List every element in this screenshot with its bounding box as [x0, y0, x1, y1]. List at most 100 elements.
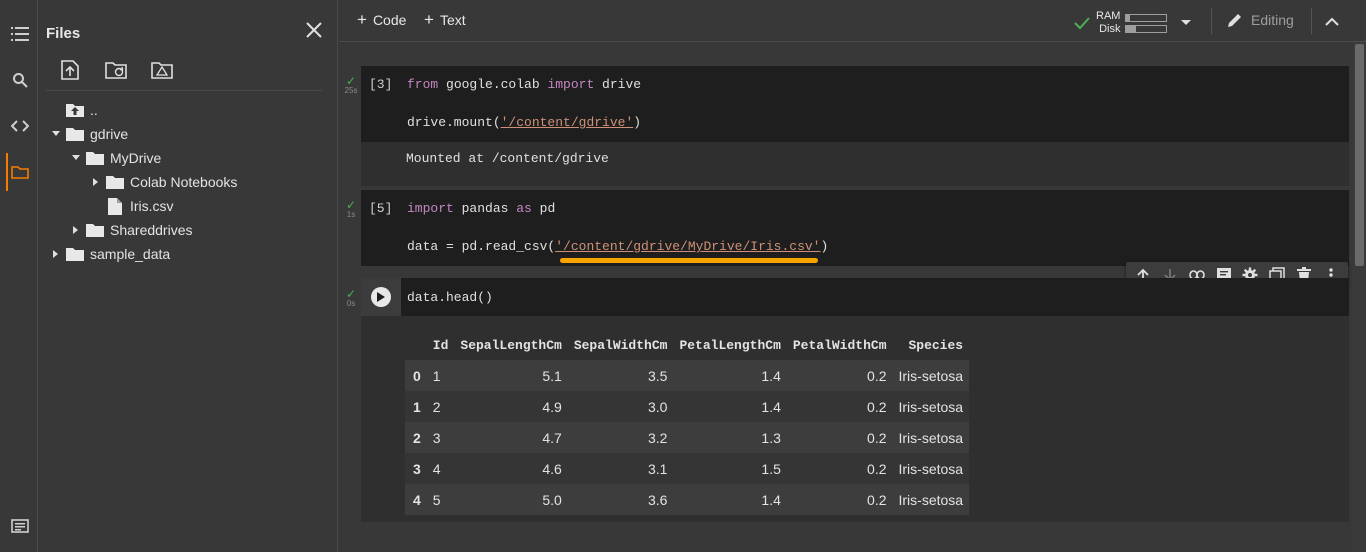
code-cell[interactable]: data.head() Id SepalLengthCm SepalWidthC…: [361, 278, 1349, 522]
table-row: 1 2 4.9 3.0 1.4 0.2 Iris-setosa: [405, 391, 970, 422]
scrollbar-thumb[interactable]: [1355, 44, 1364, 266]
table-cell: 5.0: [542, 491, 562, 508]
cell-output: Id SepalLengthCm SepalWidthCm PetalLengt…: [361, 316, 1349, 522]
add-text-label: Text: [439, 12, 466, 28]
chevron-right-icon[interactable]: [86, 171, 106, 193]
table-cell: 0.2: [867, 460, 887, 477]
table-cell: 1.4: [761, 367, 781, 384]
row-index: 4: [413, 491, 421, 508]
chevron-down-icon[interactable]: [46, 123, 66, 145]
upload-file-icon[interactable]: [58, 58, 82, 82]
code-snippets-icon[interactable]: [6, 112, 34, 140]
table-cell: 1: [432, 367, 441, 384]
code-line: data.head(): [407, 290, 493, 305]
folder-icon: [66, 125, 84, 143]
files-folder-icon[interactable]: [6, 158, 34, 186]
plus-icon: +: [357, 10, 367, 29]
chevron-right-icon[interactable]: [46, 243, 66, 265]
ram-usage-bar: [1125, 13, 1168, 22]
play-icon: [371, 287, 391, 307]
ram-label: RAM: [1096, 10, 1121, 22]
close-icon[interactable]: [304, 20, 324, 40]
editing-mode-button[interactable]: Editing: [1227, 12, 1294, 28]
tree-item-parent[interactable]: ..: [46, 99, 98, 121]
tree-item-sample-data[interactable]: sample_data: [46, 243, 170, 265]
success-check-icon: ✓: [345, 287, 357, 301]
table-cell: 1.4: [761, 491, 781, 508]
table-header-row: Id SepalLengthCm SepalWidthCm PetalLengt…: [405, 330, 969, 360]
folder-icon: [86, 221, 104, 239]
tree-item-gdrive[interactable]: gdrive: [46, 123, 128, 145]
table-cell: Iris-setosa: [898, 429, 964, 446]
chevron-up-icon[interactable]: [1325, 14, 1339, 32]
column-header: SepalLengthCm: [460, 337, 562, 353]
chevron-down-icon[interactable]: [1181, 20, 1192, 26]
code-line: drive.mount('/content/gdrive'): [407, 115, 642, 130]
table-cell: 3.1: [647, 460, 668, 477]
tree-item-shareddrives[interactable]: Shareddrives: [66, 219, 193, 241]
table-cell: 0.2: [867, 398, 887, 415]
ram-usage-fill: [1126, 14, 1130, 21]
table-cell: 5.1: [542, 367, 562, 384]
folder-icon: [106, 173, 124, 191]
code-editor[interactable]: data.head(): [361, 278, 1349, 316]
add-code-button[interactable]: + Code: [357, 10, 406, 29]
row-index: 2: [413, 429, 421, 446]
table-cell: 0.2: [867, 491, 887, 508]
notebook-toolbar: + Code + Text RAM Disk Editing: [339, 0, 1366, 42]
table-cell: 4.7: [542, 429, 562, 446]
tree-item-label: MyDrive: [110, 150, 162, 166]
chevron-right-icon[interactable]: [66, 219, 86, 241]
tree-item-label: gdrive: [90, 126, 129, 142]
table-cell: 3.6: [647, 491, 668, 508]
terminal-icon[interactable]: [6, 512, 34, 540]
table-cell: 3.2: [647, 429, 668, 446]
success-check-icon: ✓: [345, 74, 357, 88]
resources-indicator[interactable]: RAM Disk: [1074, 10, 1192, 36]
refresh-folder-icon[interactable]: [104, 58, 128, 82]
table-cell: 5: [432, 491, 441, 508]
tree-item-iris-csv[interactable]: Iris.csv: [86, 195, 174, 217]
table-row: 4 5 5.0 3.6 1.4 0.2 Iris-setosa: [405, 484, 970, 515]
editing-label: Editing: [1251, 12, 1294, 28]
table-cell: 1.3: [761, 429, 781, 446]
mount-drive-icon[interactable]: [150, 58, 174, 82]
tree-item-mydrive[interactable]: MyDrive: [66, 147, 161, 169]
table-cell: 2: [432, 398, 441, 415]
code-cell[interactable]: [5] import pandas as pd data = pd.read_c…: [361, 190, 1349, 266]
column-header: Id: [432, 337, 449, 353]
table-cell: 3: [432, 429, 441, 446]
cell-output: Mounted at /content/gdrive: [361, 142, 1349, 186]
disk-label: Disk: [1099, 23, 1121, 35]
tree-item-label: sample_data: [90, 246, 171, 262]
table-cell: 4.9: [542, 398, 562, 415]
table-cell: 1.5: [761, 460, 781, 477]
cell-exec-time: 1s: [346, 210, 356, 219]
dataframe-table: Id SepalLengthCm SepalWidthCm PetalLengt…: [405, 330, 970, 515]
row-index: 3: [413, 460, 421, 477]
run-cell-button[interactable]: [361, 278, 401, 316]
code-line: data = pd.read_csv('/content/gdrive/MyDr…: [407, 239, 829, 254]
column-header: PetalWidthCm: [792, 337, 887, 353]
code-cell[interactable]: [3] from google.colab import drive drive…: [361, 66, 1349, 186]
chevron-down-icon[interactable]: [66, 147, 86, 169]
column-header: PetalLengthCm: [679, 337, 781, 353]
table-of-contents-icon[interactable]: [6, 20, 34, 48]
add-text-button[interactable]: + Text: [424, 11, 466, 28]
search-icon[interactable]: [6, 66, 34, 94]
left-rail: [0, 0, 38, 552]
tree-item-label: Colab Notebooks: [130, 174, 238, 190]
highlight-annotation: [560, 258, 818, 263]
tree-item-label: Shareddrives: [110, 222, 193, 238]
table-cell: 4: [432, 460, 441, 477]
column-header: Species: [908, 337, 964, 353]
code-editor[interactable]: [3] from google.colab import drive drive…: [361, 66, 1349, 142]
code-editor[interactable]: [5] import pandas as pd data = pd.read_c…: [361, 190, 1349, 266]
toolbar-divider: [1311, 8, 1312, 34]
cell-exec-time: 25s: [344, 86, 358, 95]
files-panel: Files .. gdrive MyDrive Colab Notebooks …: [38, 0, 338, 552]
output-text: Mounted at /content/gdrive: [406, 151, 609, 166]
table-cell: Iris-setosa: [898, 398, 964, 415]
tree-divider: [46, 90, 322, 91]
tree-item-colab-notebooks[interactable]: Colab Notebooks: [86, 171, 237, 193]
